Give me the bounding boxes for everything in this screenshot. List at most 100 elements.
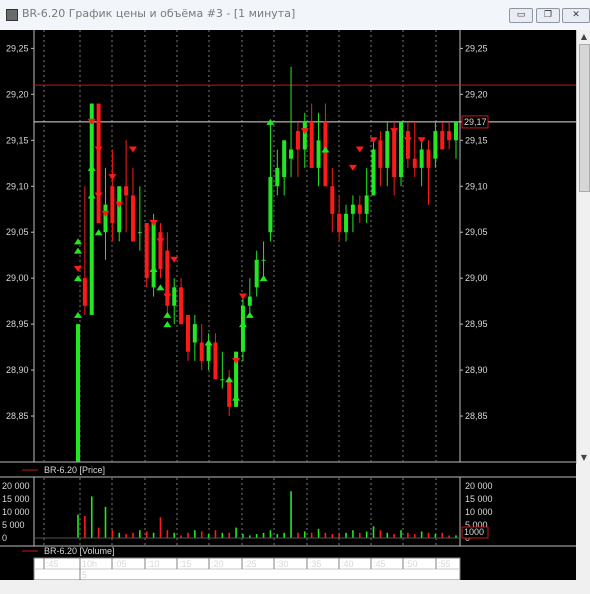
sell-arrow-icon: [403, 137, 412, 144]
time-tick-label: :55: [438, 559, 451, 569]
candle: [130, 167, 135, 242]
candle-body: [199, 342, 204, 361]
sell-arrow-icon: [355, 146, 364, 153]
sell-arrow-icon: [115, 201, 124, 208]
scroll-corner: [576, 464, 590, 594]
candle-body: [89, 103, 94, 315]
candle: [316, 112, 321, 187]
price-tick-right: 29,00: [465, 273, 488, 283]
candle-body: [357, 204, 362, 214]
candle-body: [254, 259, 259, 288]
candle-body: [76, 324, 80, 462]
candle-body: [295, 131, 300, 150]
buy-arrow-icon: [163, 311, 172, 318]
candle-body: [371, 149, 376, 196]
buy-arrow-icon: [156, 284, 165, 291]
restore-button[interactable]: ❐: [536, 8, 560, 23]
price-tick-left: 29,00: [6, 273, 29, 283]
title-bar[interactable]: BR-6.20 График цены и объёма #3 - [1 мин…: [0, 0, 590, 31]
price-legend: BR-6.20 [Price]: [44, 465, 105, 475]
candle: [158, 223, 163, 279]
candle-body: [158, 232, 163, 269]
sell-arrow-icon: [128, 146, 137, 153]
candle-body: [240, 305, 245, 352]
price-tick-right: 28,95: [465, 319, 488, 329]
candle: [137, 186, 142, 251]
candle-body: [130, 195, 135, 242]
horizontal-scrollbar[interactable]: [0, 580, 590, 594]
buy-arrow-icon: [245, 311, 254, 318]
time-tick-label: 10h: [82, 559, 97, 569]
buy-arrow-icon: [74, 247, 82, 254]
time-tick-label: :15: [179, 559, 192, 569]
time-tick-label: :45: [46, 559, 59, 569]
candle-body: [364, 195, 369, 214]
scroll-down-icon[interactable]: ▼: [577, 451, 590, 464]
sell-arrow-icon: [300, 128, 309, 135]
time-tick-label: :20: [211, 559, 224, 569]
candle-body: [179, 287, 184, 325]
candle-body: [433, 131, 438, 159]
candle-body: [144, 223, 149, 279]
volume-tick-left: 10 000: [2, 507, 30, 517]
volume-legend: BR-6.20 [Volume]: [44, 546, 115, 556]
candle: [275, 149, 280, 196]
time-tick-label: :45: [373, 559, 386, 569]
candle-body: [185, 314, 190, 352]
candle-body: [137, 232, 142, 234]
candle-body: [323, 121, 328, 187]
candle: [399, 121, 404, 187]
candle-body: [96, 103, 101, 224]
candle: [82, 186, 87, 315]
candle: [405, 121, 410, 168]
candle-body: [151, 223, 156, 288]
candle-body: [103, 204, 108, 233]
price-tick-right: 29,15: [465, 135, 488, 145]
candle-body: [275, 167, 280, 187]
candle: [412, 121, 417, 178]
close-button[interactable]: ✕: [562, 8, 590, 23]
sell-arrow-icon: [108, 174, 117, 181]
candle: [419, 140, 424, 187]
buy-arrow-icon: [87, 192, 96, 199]
buy-arrow-icon: [204, 339, 213, 346]
buy-arrow-icon: [149, 265, 158, 272]
sell-arrow-icon: [232, 357, 241, 364]
sell-arrow-icon: [348, 164, 357, 171]
candle: [220, 351, 225, 389]
minimize-button[interactable]: ▭: [509, 8, 533, 23]
price-tick-right: 29,10: [465, 181, 488, 191]
candle-body: [268, 177, 273, 233]
current-price-value: 29,17: [464, 117, 487, 127]
candle-body: [289, 149, 294, 159]
price-tick-left: 29,15: [6, 135, 29, 145]
candle: [124, 140, 129, 233]
candle: [89, 103, 94, 315]
time-sub-label: 5: [82, 570, 87, 580]
candle-body: [392, 131, 397, 178]
sell-arrow-icon: [238, 293, 247, 300]
chart-canvas[interactable]: 29,25 29,25 29,20 29,20 29,15 29,15 29,10 29,10…: [0, 30, 576, 594]
candle-body: [192, 324, 197, 343]
scroll-up-icon[interactable]: ▲: [577, 30, 590, 43]
candle-body: [261, 259, 266, 261]
sell-arrow-icon: [156, 238, 165, 245]
buy-arrow-icon: [232, 394, 241, 401]
vertical-scrollbar[interactable]: ▲ ▼: [576, 30, 590, 464]
candle-body: [350, 204, 355, 214]
price-tick-right: 29,20: [465, 89, 488, 99]
candle: [378, 131, 383, 187]
buy-arrow-icon: [74, 311, 82, 318]
candle: [295, 121, 300, 178]
sell-arrow-icon: [101, 210, 110, 217]
candle-body: [110, 186, 115, 224]
buy-arrow-icon: [225, 376, 234, 383]
candle-body: [309, 121, 314, 168]
candle: [323, 103, 328, 187]
candle: [240, 296, 245, 361]
price-tick-right: 29,25: [465, 43, 488, 53]
scroll-thumb[interactable]: [579, 44, 590, 192]
time-tick-label: :10: [147, 559, 160, 569]
price-tick-right: 28,90: [465, 365, 488, 375]
candle-body: [172, 287, 177, 306]
